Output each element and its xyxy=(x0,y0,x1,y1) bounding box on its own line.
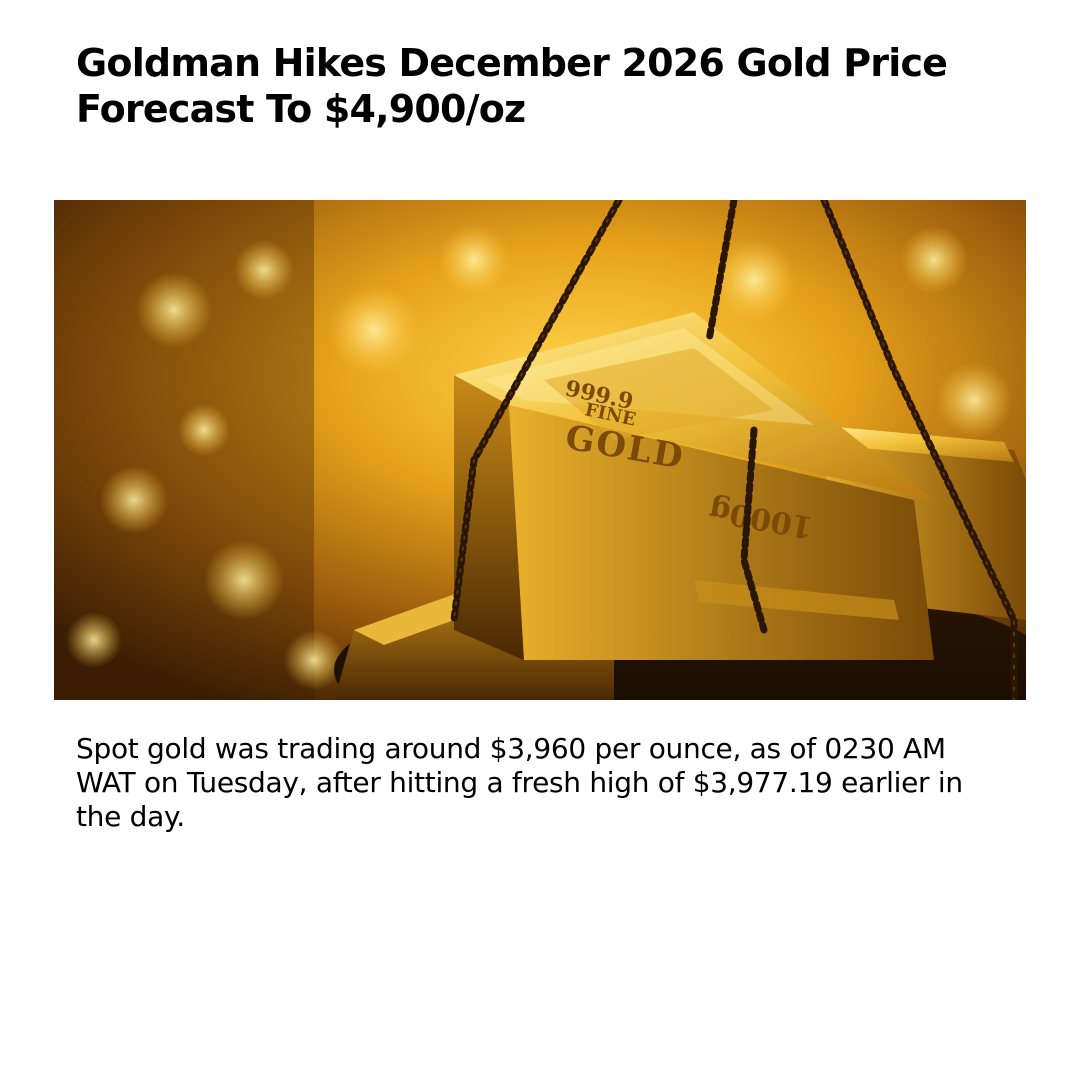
gold-bars-illustration: 999.9 FINE GOLD 1000g xyxy=(54,200,1026,700)
article-headline: Goldman Hikes December 2026 Gold Price F… xyxy=(76,41,948,131)
article-body: Spot gold was trading around $3,960 per … xyxy=(76,732,963,833)
gold-bars-image: 999.9 FINE GOLD 1000g xyxy=(54,200,1026,700)
